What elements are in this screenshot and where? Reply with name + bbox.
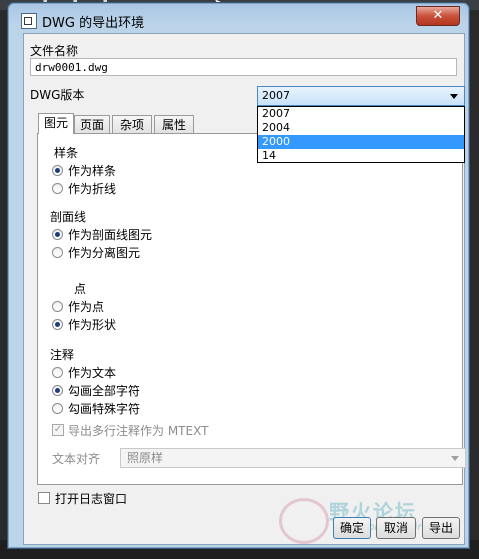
open-log-window-checkbox[interactable] — [38, 492, 50, 504]
tab-entities[interactable]: 图元 — [38, 113, 74, 134]
point-as-shape-label: 作为形状 — [68, 318, 117, 332]
tab-page[interactable]: 页面 — [74, 115, 110, 133]
hatch-as-hatch-radio[interactable] — [52, 229, 63, 240]
forum-logo-icon — [279, 498, 329, 544]
chevron-down-icon — [450, 94, 458, 99]
annotation-stroke-special-radio[interactable] — [52, 403, 63, 414]
spline-as-spline-label: 作为样条 — [68, 164, 117, 178]
tab-attributes[interactable]: 属性 — [154, 115, 194, 133]
annotation-as-text-radio[interactable] — [52, 367, 63, 378]
dwg-version-value: 2007 — [262, 89, 290, 102]
open-log-window-label: 打开日志窗口 — [55, 492, 128, 506]
spline-as-spline-radio[interactable] — [52, 165, 63, 176]
point-as-shape-radio[interactable] — [52, 319, 63, 330]
dwg-version-option[interactable]: 2004 — [258, 121, 464, 135]
entities-panel: 样条 作为样条 作为折线 剖面线 作为剖面线图元 作为分离图元 点 作为点 作为… — [37, 133, 466, 485]
mtext-label: 导出多行注释作为 MTEXT — [68, 424, 209, 438]
annotation-heading: 注释 — [50, 348, 75, 362]
spline-as-polyline-label: 作为折线 — [68, 182, 117, 196]
cancel-button[interactable]: 取消 — [376, 517, 416, 539]
hatch-as-hatch-label: 作为剖面线图元 — [68, 228, 153, 242]
ok-button[interactable]: 确定 — [333, 517, 371, 539]
app-icon — [21, 13, 37, 29]
file-name-label: 文件名称 — [30, 44, 79, 58]
dialog-title: DWG 的导出环境 — [42, 16, 145, 31]
annotation-as-text-label: 作为文本 — [68, 366, 117, 380]
annotation-stroke-special-label: 勾画特殊字符 — [68, 402, 141, 416]
dwg-version-option[interactable]: 2007 — [258, 107, 464, 121]
hatch-heading: 剖面线 — [50, 210, 87, 224]
annotation-stroke-all-radio[interactable] — [52, 385, 63, 396]
dwg-version-dropdown: 2007 2004 2000 14 — [257, 106, 465, 163]
spline-heading: 样条 — [54, 146, 79, 160]
hatch-as-separate-radio[interactable] — [52, 247, 63, 258]
point-as-point-label: 作为点 — [68, 300, 105, 314]
text-align-select[interactable]: 照原样 — [120, 448, 466, 468]
mtext-checkbox[interactable]: ✓ — [52, 424, 64, 436]
close-button[interactable]: ✕ — [416, 6, 460, 26]
dwg-version-option-highlighted[interactable]: 2000 — [258, 135, 464, 149]
text-align-label: 文本对齐 — [52, 452, 101, 466]
point-as-point-radio[interactable] — [52, 301, 63, 312]
spline-as-polyline-radio[interactable] — [52, 183, 63, 194]
dwg-version-label: DWG版本 — [30, 88, 85, 102]
export-button[interactable]: 导出 — [422, 517, 460, 539]
file-name-field[interactable]: drw0001.dwg — [30, 58, 457, 76]
tab-misc[interactable]: 杂项 — [112, 115, 152, 133]
point-heading: 点 — [74, 282, 87, 296]
text-align-value: 照原样 — [127, 451, 164, 465]
dwg-export-dialog: DWG 的导出环境 ✕ 文件名称 drw0001.dwg DWG版本 2007 … — [7, 2, 470, 549]
hatch-as-separate-label: 作为分离图元 — [68, 246, 141, 260]
dialog-body: 文件名称 drw0001.dwg DWG版本 2007 2007 2004 20… — [23, 33, 466, 545]
dwg-version-option[interactable]: 14 — [258, 149, 464, 163]
dwg-version-select[interactable]: 2007 — [257, 86, 465, 106]
annotation-stroke-all-label: 勾画全部字符 — [68, 384, 141, 398]
chevron-down-icon — [451, 456, 459, 461]
close-icon: ✕ — [432, 8, 444, 23]
